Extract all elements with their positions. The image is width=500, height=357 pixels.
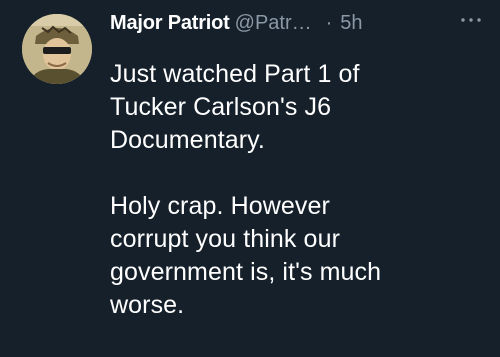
- tweet-text-line: Holy crap. However: [110, 192, 330, 220]
- tweet-text-line: worse.: [110, 291, 185, 319]
- tweet-text-line: corrupt you think our: [110, 225, 340, 253]
- user-handle[interactable]: @Patr…: [235, 10, 312, 36]
- tweet-text-line: Documentary.: [110, 126, 265, 154]
- more-options-button[interactable]: [458, 11, 484, 29]
- timestamp[interactable]: 5h: [340, 10, 362, 36]
- tweet-text-line: Tucker Carlson's J6: [110, 93, 332, 121]
- profile-photo: [22, 14, 92, 84]
- avatar[interactable]: [22, 14, 92, 84]
- tweet-text: Just watched Part 1 of Tucker Carlson's …: [110, 58, 495, 322]
- separator-dot: ·: [325, 12, 333, 34]
- tweet-header: Major Patriot @Patr… · 5h: [110, 10, 500, 36]
- tweet-paragraph-1: Just watched Part 1 of Tucker Carlson's …: [110, 58, 495, 157]
- tweet-paragraph-2: Holy crap. However corrupt you think our…: [110, 190, 495, 322]
- tweet-text-line: government is, it's much: [110, 258, 382, 286]
- more-horizontal-icon: [461, 18, 481, 22]
- tweet-text-line: Just watched Part 1 of: [110, 60, 360, 88]
- display-name[interactable]: Major Patriot: [110, 10, 230, 36]
